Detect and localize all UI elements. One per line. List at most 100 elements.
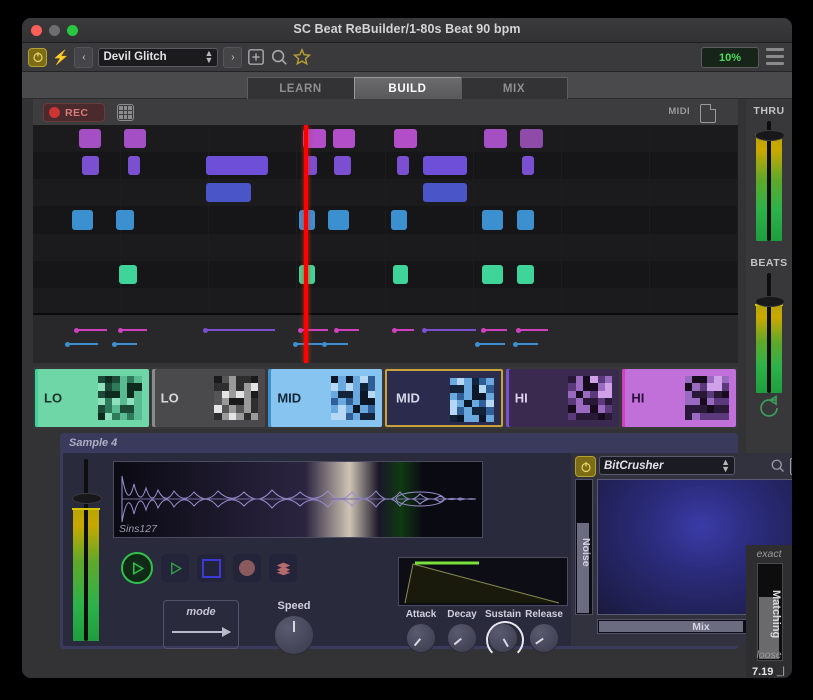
grid-cell[interactable] (650, 152, 738, 179)
grid-cell[interactable] (650, 261, 738, 288)
grid-cell[interactable] (33, 261, 121, 288)
note-grid[interactable] (33, 125, 738, 363)
search-icon[interactable] (770, 458, 785, 473)
grid-cell[interactable] (209, 206, 297, 233)
record-button[interactable] (233, 554, 261, 582)
automation-point[interactable] (74, 328, 79, 333)
sustain-control[interactable]: Sustain (483, 609, 523, 653)
grid-cell[interactable] (562, 206, 650, 233)
effect-selector[interactable]: BitCrusher ▲▼ (599, 456, 735, 475)
automation-point[interactable] (112, 342, 117, 347)
grid-note[interactable] (517, 265, 535, 284)
grid-note[interactable] (128, 156, 140, 175)
grid-cell[interactable] (209, 234, 297, 261)
grid-note[interactable] (333, 129, 356, 148)
grid-note[interactable] (482, 265, 503, 284)
grid-note[interactable] (394, 129, 417, 148)
automation-point[interactable] (293, 342, 298, 347)
automation-lane[interactable] (33, 313, 738, 363)
record-button[interactable]: REC (43, 103, 105, 122)
play-button[interactable] (161, 554, 189, 582)
tab-mix[interactable]: MIX (461, 77, 568, 99)
grid-cell[interactable] (474, 179, 562, 206)
grid-cell[interactable] (33, 234, 121, 261)
pad-5[interactable]: HI (622, 369, 736, 427)
grid-cell[interactable] (386, 234, 474, 261)
automation-segment[interactable] (75, 329, 107, 331)
thru-fader[interactable] (756, 121, 782, 241)
decay-knob[interactable] (447, 623, 477, 653)
sample-volume-fader[interactable] (73, 459, 99, 641)
automation-point[interactable] (392, 328, 397, 333)
automation-point[interactable] (334, 328, 339, 333)
grid-cell[interactable] (121, 179, 209, 206)
grid-cell[interactable] (297, 179, 385, 206)
grid-note[interactable] (397, 156, 409, 175)
automation-point[interactable] (516, 328, 521, 333)
matching-slider[interactable]: Matching (757, 563, 783, 661)
playhead[interactable] (304, 125, 308, 363)
automation-segment[interactable] (119, 329, 147, 331)
automation-point[interactable] (481, 328, 486, 333)
automation-point[interactable] (513, 342, 518, 347)
pad-1[interactable]: LO (152, 369, 266, 427)
automation-segment[interactable] (204, 329, 275, 331)
hamburger-menu-icon[interactable] (766, 48, 784, 65)
automation-segment[interactable] (517, 329, 549, 331)
grid-view-icon[interactable] (117, 104, 134, 121)
grid-row[interactable] (33, 234, 738, 261)
grid-row[interactable] (33, 179, 738, 206)
grid-cell[interactable] (33, 179, 121, 206)
play-loud-button[interactable] (121, 552, 153, 584)
automation-segment[interactable] (66, 343, 98, 345)
transport-controls[interactable] (121, 552, 297, 584)
tab-learn[interactable]: LEARN (247, 77, 354, 99)
pad-2[interactable]: MID (268, 369, 382, 427)
beats-fader[interactable] (756, 273, 782, 393)
grid-row[interactable] (33, 288, 738, 315)
grid-cell[interactable] (474, 152, 562, 179)
beats-fader-handle[interactable] (755, 296, 785, 307)
automation-point[interactable] (203, 328, 208, 333)
grid-note[interactable] (520, 129, 543, 148)
next-preset-button[interactable]: › (223, 47, 242, 68)
grid-note[interactable] (423, 156, 467, 175)
grid-note[interactable] (82, 156, 99, 175)
thru-fader-handle[interactable] (755, 130, 785, 141)
effect-power-icon[interactable] (575, 456, 596, 477)
grid-cell[interactable] (562, 125, 650, 152)
grid-note[interactable] (206, 156, 268, 175)
grid-note[interactable] (391, 210, 407, 229)
speed-knob[interactable] (274, 615, 314, 655)
release-knob[interactable] (529, 623, 559, 653)
grid-note[interactable] (206, 183, 250, 202)
midi-file-icon[interactable] (700, 104, 716, 123)
pad-0[interactable]: LO (35, 369, 149, 427)
loop-arrow-icon[interactable] (756, 395, 782, 421)
grid-note[interactable] (393, 265, 409, 284)
pad-3[interactable]: MID (385, 369, 503, 427)
mode-selector[interactable]: mode (163, 600, 239, 649)
grid-note[interactable] (482, 210, 503, 229)
automation-point[interactable] (65, 342, 70, 347)
add-preset-icon[interactable] (247, 48, 265, 66)
automation-point[interactable] (118, 328, 123, 333)
grid-note[interactable] (484, 129, 507, 148)
grid-cell[interactable] (121, 288, 209, 315)
sustain-knob[interactable] (488, 623, 518, 653)
expand-icon[interactable] (790, 458, 792, 475)
pad-4[interactable]: HI (506, 369, 620, 427)
automation-segment[interactable] (323, 343, 348, 345)
tab-build[interactable]: BUILD (354, 77, 461, 99)
layers-button[interactable] (269, 554, 297, 582)
grid-cell[interactable] (121, 206, 209, 233)
speed-control[interactable]: Speed (269, 600, 319, 655)
grid-cell[interactable] (209, 125, 297, 152)
grid-cell[interactable] (650, 206, 738, 233)
grid-note[interactable] (79, 129, 102, 148)
pad-row[interactable]: LOLOMIDMIDHIHI (33, 367, 738, 429)
release-control[interactable]: Release (524, 609, 564, 653)
grid-note[interactable] (522, 156, 534, 175)
grid-cell[interactable] (650, 179, 738, 206)
waveform-display[interactable]: Sins127 (113, 461, 483, 538)
